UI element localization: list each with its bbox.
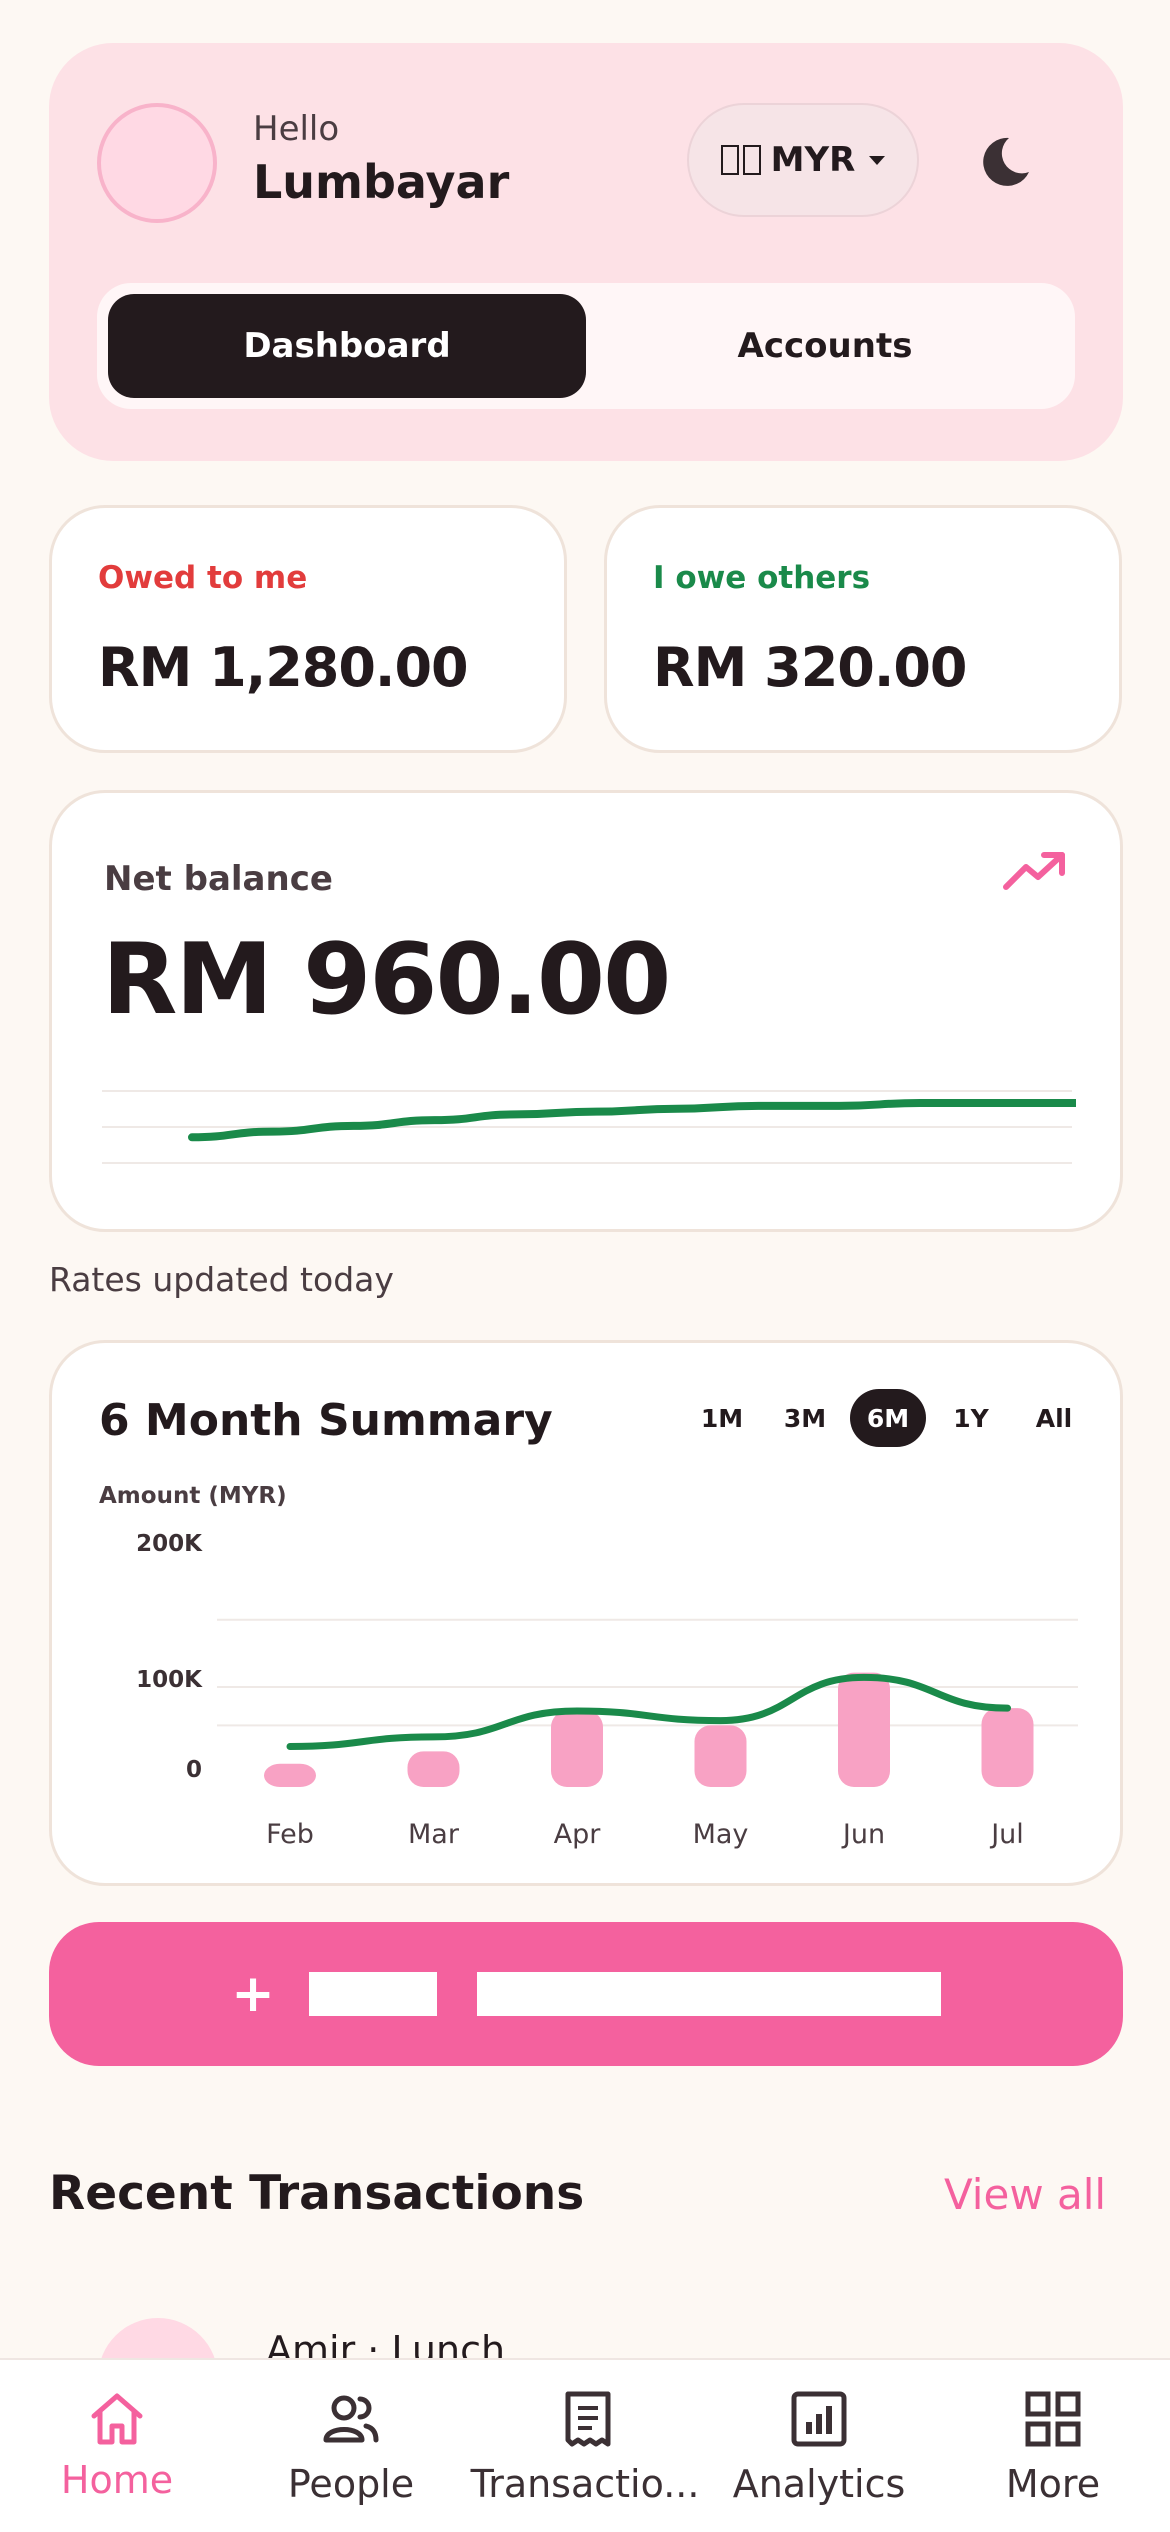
range-tabs: 1M 3M 6M 1Y All [684, 1389, 1099, 1447]
owed-label: Owed to me [98, 560, 308, 596]
summary-card: Feb Mar Apr May Jun Jul 200K 100K 0 6 Month Sum… [49, 1340, 1123, 1886]
range-6m[interactable]: 6M [850, 1389, 926, 1447]
recent-transactions-title: Recent Transactions [49, 2166, 585, 2221]
tab-dashboard[interactable]: Dashboard [108, 294, 586, 398]
view-tabs: Dashboard Accounts [97, 283, 1075, 409]
bar-jul[interactable] [981, 1708, 1034, 1787]
range-all[interactable]: All [1016, 1389, 1092, 1447]
greeting: Hello [253, 109, 340, 149]
redacted-label-block [476, 1972, 941, 2016]
header-card: Hello Lumbayar MYR Dashboard Accounts [49, 43, 1123, 461]
x-tick-label: May [693, 1819, 749, 1850]
net-balance-card[interactable]: Net balance RM 960.00 [49, 790, 1123, 1232]
plus-icon: + [231, 1964, 275, 2024]
range-3m[interactable]: 3M [767, 1389, 843, 1447]
nav-analytics[interactable]: Analytics [702, 2360, 936, 2532]
nav-label-home: Home [60, 2458, 174, 2502]
nav-transactions[interactable]: Transactio... [468, 2360, 702, 2532]
analytics-icon [791, 2391, 847, 2447]
nav-more[interactable]: More [936, 2360, 1170, 2532]
receipt-icon [565, 2391, 611, 2447]
net-balance-sparkline [102, 1090, 1076, 1164]
nav-label-analytics: Analytics [732, 2462, 906, 2506]
people-icon [323, 2395, 379, 2443]
rates-note: Rates updated today [49, 1260, 394, 1299]
tab-accounts[interactable]: Accounts [586, 294, 1064, 398]
trending-up-icon [1003, 852, 1065, 890]
user-name: Lumbayar [253, 155, 510, 209]
grid-icon [1025, 2391, 1081, 2447]
x-tick-label: Feb [266, 1819, 314, 1850]
nav-label-more: More [1005, 2462, 1101, 2506]
bar-mar[interactable] [407, 1751, 460, 1787]
owe-label: I owe others [653, 560, 871, 596]
redacted-label-block [308, 1972, 437, 2016]
currency-selector[interactable]: MYR [687, 103, 919, 217]
owed-to-me-card[interactable]: Owed to me RM 1,280.00 [49, 505, 567, 753]
caret-down-icon [869, 155, 886, 165]
i-owe-card[interactable]: I owe others RM 320.00 [604, 505, 1122, 753]
summary-title: 6 Month Summary [99, 1395, 553, 1446]
nav-people[interactable]: People [234, 2360, 468, 2532]
owed-amount: RM 1,280.00 [98, 636, 469, 699]
bar-may[interactable] [694, 1725, 747, 1787]
x-tick-label: Jul [989, 1819, 1024, 1850]
nav-label-transactions: Transactio... [470, 2462, 700, 2506]
avatar[interactable] [97, 103, 217, 223]
add-transaction-button[interactable]: + [49, 1922, 1123, 2066]
owe-amount: RM 320.00 [653, 636, 967, 699]
bar-jun[interactable] [838, 1672, 890, 1787]
bottom-nav: Home People Transactio... Analytics More [0, 2358, 1170, 2532]
range-1m[interactable]: 1M [684, 1389, 760, 1447]
range-1y[interactable]: 1Y [933, 1389, 1009, 1447]
currency-code: MYR [770, 140, 856, 180]
bar-apr[interactable] [551, 1711, 603, 1787]
moon-icon[interactable] [975, 132, 1035, 192]
view-all-link[interactable]: View all [944, 2170, 1106, 2219]
net-trend-line [188, 1099, 1076, 1142]
nav-label-people: People [287, 2462, 415, 2506]
flag-icon [720, 145, 761, 175]
bar-feb[interactable] [264, 1763, 316, 1787]
x-tick-label: Apr [554, 1819, 602, 1850]
y-tick-label: 200K [136, 1531, 203, 1557]
x-tick-label: Mar [408, 1819, 460, 1850]
x-tick-label: Jun [841, 1819, 885, 1850]
home-icon [91, 2393, 143, 2445]
net-balance-amount: RM 960.00 [102, 923, 671, 1037]
nav-home[interactable]: Home [0, 2360, 234, 2532]
y-axis-title: Amount (MYR) [99, 1483, 287, 1509]
net-balance-label: Net balance [104, 859, 333, 899]
y-tick-label: 100K [136, 1667, 203, 1693]
y-tick-label: 0 [186, 1757, 202, 1783]
